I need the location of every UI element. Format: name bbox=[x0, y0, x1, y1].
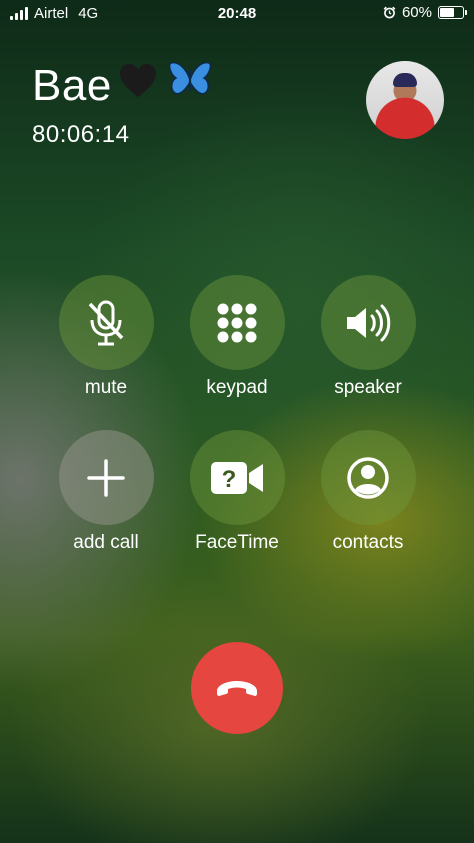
keypad-icon bbox=[217, 303, 257, 342]
svg-text:?: ? bbox=[222, 466, 237, 493]
facetime-label: FaceTime bbox=[195, 532, 279, 553]
battery-percent: 60% bbox=[401, 4, 432, 21]
alarm-clock-icon bbox=[383, 6, 396, 19]
keypad-button[interactable]: keypad bbox=[177, 275, 297, 399]
facetime-button-circle[interactable]: ? bbox=[189, 430, 285, 525]
mute-button[interactable]: mute bbox=[46, 275, 166, 399]
mic-slash-icon bbox=[88, 300, 124, 345]
caller-name: Bae bbox=[32, 60, 112, 110]
speaker-icon bbox=[347, 304, 391, 341]
contacts-label: contacts bbox=[332, 532, 404, 553]
call-duration: 80:06:14 bbox=[32, 121, 130, 148]
mute-label: mute bbox=[84, 377, 128, 398]
add-call-button-circle[interactable] bbox=[58, 430, 154, 525]
contacts-button-circle[interactable] bbox=[320, 430, 416, 525]
person-circle-icon bbox=[347, 456, 389, 499]
speaker-button[interactable]: speaker bbox=[308, 275, 428, 399]
speaker-label: speaker bbox=[334, 377, 402, 398]
facetime-button[interactable]: ? FaceTime bbox=[177, 430, 297, 554]
add-call-label: add call bbox=[73, 532, 139, 553]
status-right: 60% bbox=[383, 4, 467, 21]
phone-down-icon bbox=[217, 681, 257, 696]
blue-butterfly-icon bbox=[168, 60, 212, 111]
plus-icon bbox=[87, 458, 125, 497]
speaker-button-circle[interactable] bbox=[320, 275, 416, 370]
status-bar: Airtel 4G 20:48 60% bbox=[0, 0, 474, 28]
black-heart-icon bbox=[118, 61, 158, 111]
mute-button-circle[interactable] bbox=[58, 275, 154, 370]
caller-name-row: Bae bbox=[32, 60, 212, 111]
keypad-button-circle[interactable] bbox=[189, 275, 285, 370]
add-call-button[interactable]: add call bbox=[46, 430, 166, 554]
battery-icon bbox=[438, 6, 467, 19]
keypad-label: keypad bbox=[206, 377, 268, 398]
end-call-button[interactable] bbox=[191, 642, 283, 734]
caller-avatar bbox=[366, 61, 444, 139]
video-question-icon: ? bbox=[211, 461, 263, 494]
contacts-button[interactable]: contacts bbox=[308, 430, 428, 554]
